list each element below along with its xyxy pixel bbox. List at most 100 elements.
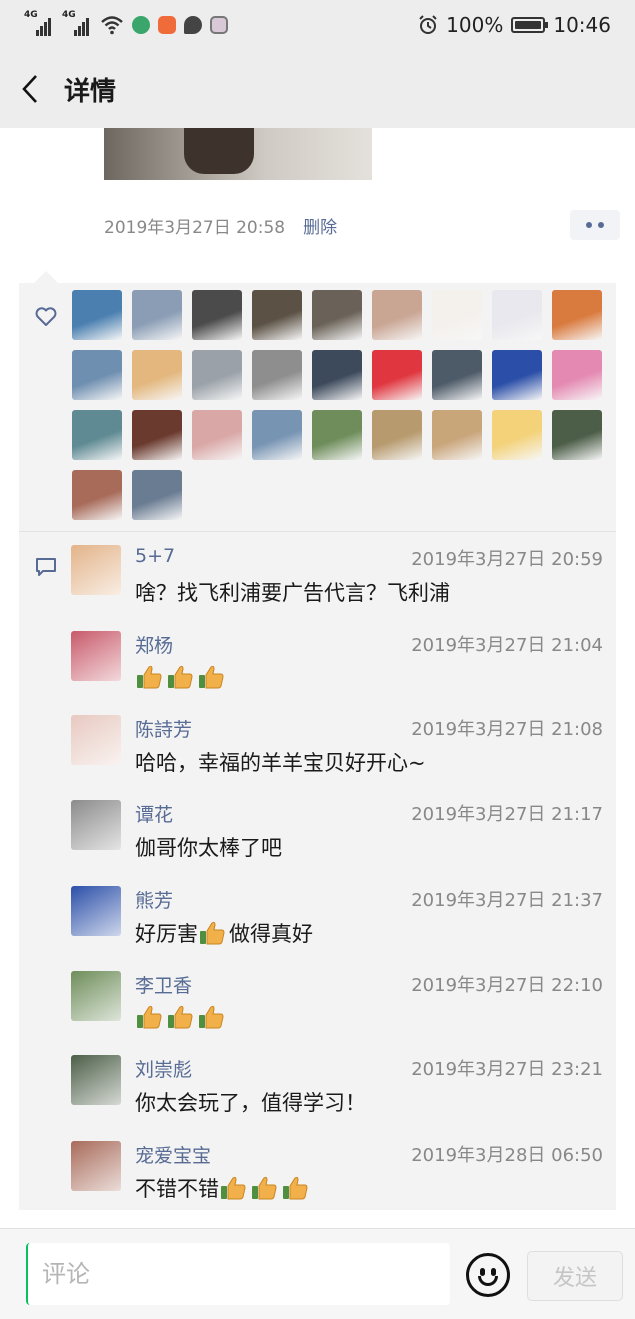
delete-link[interactable]: 删除 — [303, 213, 337, 238]
more-dot — [598, 222, 604, 228]
thumbs-up-emoji-icon — [166, 1003, 194, 1031]
liker-avatar[interactable] — [72, 410, 122, 460]
commenter-name[interactable]: 谭花 — [135, 800, 173, 827]
thumbs-up-emoji-icon — [219, 1174, 247, 1202]
liker-avatar[interactable] — [492, 350, 542, 400]
nav-bar: 详情 — [0, 50, 635, 128]
commenter-avatar[interactable] — [71, 631, 121, 681]
commenter-avatar[interactable] — [71, 1055, 121, 1105]
liker-avatar[interactable] — [192, 410, 242, 460]
comment-time: 2019年3月27日 23:21 — [411, 1059, 603, 1080]
thumbs-up-emoji-icon — [197, 663, 225, 691]
thumbs-up-emoji-icon — [250, 1174, 278, 1202]
commenter-name[interactable]: 郑杨 — [135, 631, 173, 658]
liker-avatar[interactable] — [372, 290, 422, 340]
liker-avatar[interactable] — [132, 470, 182, 520]
comment-text-part: 做得真好 — [229, 922, 313, 946]
thumbs-up-emoji-icon — [135, 663, 163, 691]
cellular-signal-icon: 4G — [24, 10, 54, 36]
liker-avatar[interactable] — [192, 290, 242, 340]
liker-avatar[interactable] — [372, 350, 422, 400]
battery-percent: 100% — [446, 13, 504, 37]
comment-text-part: 不错不错 — [135, 1177, 219, 1201]
comment-text: 伽哥你太棒了吧 — [135, 832, 282, 862]
video-app-icon — [158, 16, 176, 34]
thumbs-up-emoji-icon — [135, 1003, 163, 1031]
commenter-avatar[interactable] — [71, 715, 121, 765]
commenter-avatar[interactable] — [71, 545, 121, 595]
liker-avatar[interactable] — [132, 410, 182, 460]
liker-avatar[interactable] — [132, 290, 182, 340]
post-meta: 2019年3月27日 20:58 删除 — [104, 210, 620, 240]
liker-avatar[interactable] — [432, 290, 482, 340]
smiley-face-icon[interactable] — [466, 1253, 510, 1297]
post-image[interactable] — [104, 128, 372, 180]
liker-avatar[interactable] — [432, 350, 482, 400]
post-timestamp: 2019年3月27日 20:58 — [104, 217, 286, 238]
send-button[interactable]: 发送 — [527, 1251, 623, 1301]
commenter-name[interactable]: 刘崇彪 — [135, 1055, 192, 1082]
clock: 10:46 — [553, 13, 611, 37]
liker-avatar[interactable] — [492, 410, 542, 460]
comment-text — [135, 1003, 228, 1031]
comment-text-part: 好厉害 — [135, 922, 198, 946]
commenter-name[interactable]: 陈詩芳 — [135, 715, 192, 742]
battery-icon — [511, 17, 549, 33]
commenter-name[interactable]: 李卫香 — [135, 971, 192, 998]
commenter-avatar[interactable] — [71, 886, 121, 936]
back-button[interactable] — [0, 50, 60, 128]
liker-avatar[interactable] — [72, 470, 122, 520]
comment-text: 不错不错 — [135, 1173, 312, 1203]
liker-avatar[interactable] — [372, 410, 422, 460]
interaction-panel: 5+7 2019年3月27日 20:59 啥？找飞利浦要广告代言？飞利浦 郑杨 2019… — [19, 283, 616, 1210]
status-bar: 4G 4G 100% 10:46 — [0, 0, 635, 50]
comment-bubble-icon — [36, 558, 56, 576]
liker-avatar[interactable] — [312, 410, 362, 460]
liker-avatar[interactable] — [72, 350, 122, 400]
liker-avatar[interactable] — [552, 350, 602, 400]
liker-avatar[interactable] — [252, 350, 302, 400]
commenter-avatar[interactable] — [71, 971, 121, 1021]
liker-avatar[interactable] — [492, 290, 542, 340]
thumbs-up-emoji-icon — [166, 663, 194, 691]
liker-avatar[interactable] — [552, 410, 602, 460]
liker-avatar[interactable] — [312, 350, 362, 400]
comment-input-bar: 发送 — [0, 1228, 635, 1319]
commenter-name[interactable]: 熊芳 — [135, 886, 173, 913]
thumbs-up-emoji-icon — [198, 919, 226, 947]
liker-avatar[interactable] — [192, 350, 242, 400]
wifi-icon — [101, 16, 123, 35]
commenter-avatar[interactable] — [71, 1141, 121, 1191]
comment-text-part: 你太会玩了，值得学习！ — [135, 1091, 366, 1115]
divider — [19, 531, 616, 532]
app-icon — [210, 16, 228, 34]
heart-outline-icon — [35, 307, 57, 326]
comment-text: 你太会玩了，值得学习！ — [135, 1087, 366, 1117]
alarm-icon — [419, 15, 437, 34]
commenter-name[interactable]: 宠爱宝宝 — [135, 1141, 211, 1168]
thumbs-up-emoji-icon — [197, 1003, 225, 1031]
page-title: 详情 — [64, 76, 117, 107]
chevron-left-icon — [22, 75, 37, 103]
liker-avatar[interactable] — [132, 350, 182, 400]
liker-avatar[interactable] — [252, 410, 302, 460]
more-dot — [586, 222, 592, 228]
liker-avatar[interactable] — [252, 290, 302, 340]
comment-time: 2019年3月27日 21:08 — [411, 719, 603, 740]
likes-avatar-grid — [72, 290, 612, 520]
liker-avatar[interactable] — [312, 290, 362, 340]
comment-time: 2019年3月27日 21:04 — [411, 635, 603, 656]
comment-time: 2019年3月27日 22:10 — [411, 975, 603, 996]
liker-avatar[interactable] — [432, 410, 482, 460]
more-options-button[interactable] — [570, 210, 620, 240]
comment-text-part: 啥？找飞利浦要广告代言？飞利浦 — [135, 581, 450, 605]
liker-avatar[interactable] — [72, 290, 122, 340]
commenter-avatar[interactable] — [71, 800, 121, 850]
comment-time: 2019年3月27日 21:17 — [411, 804, 603, 825]
commenter-name[interactable]: 5+7 — [135, 545, 175, 567]
liker-avatar[interactable] — [552, 290, 602, 340]
comment-input[interactable] — [26, 1243, 450, 1305]
cellular-signal-icon-2: 4G — [62, 10, 92, 36]
message-icon — [184, 16, 202, 34]
comment-text-part: 伽哥你太棒了吧 — [135, 836, 282, 860]
